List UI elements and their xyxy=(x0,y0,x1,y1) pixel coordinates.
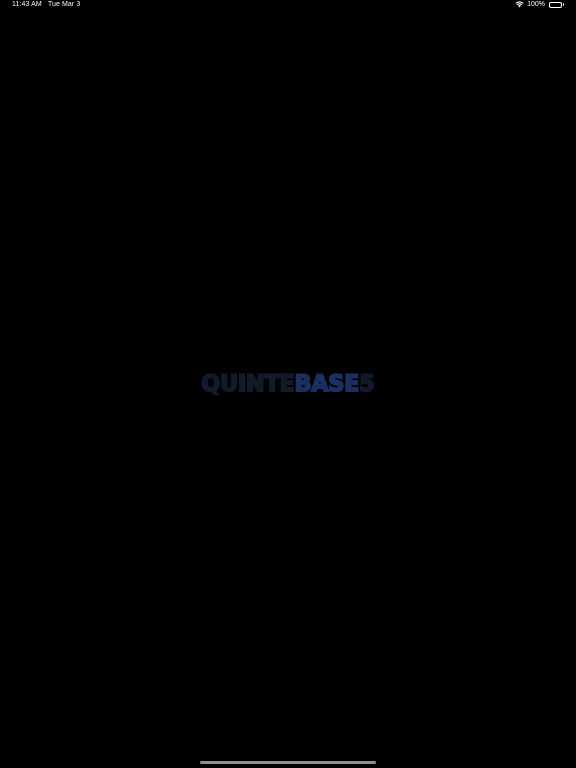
logo-text-5: 5 xyxy=(358,371,375,398)
status-date: Tue Mar 3 xyxy=(47,1,81,8)
status-bar: 11:43 AM Tue Mar 3 100% xyxy=(0,0,576,14)
logo-text-quinte: QUINTE xyxy=(200,371,295,398)
status-left: 11:43 AM Tue Mar 3 xyxy=(12,1,80,8)
status-right: 100% xyxy=(515,1,564,8)
logo-text-base: BASE xyxy=(294,371,361,398)
battery-percent: 100% xyxy=(527,1,545,8)
status-time: 11:43 AM xyxy=(12,1,42,8)
wifi-icon xyxy=(515,1,524,8)
home-indicator[interactable] xyxy=(200,761,376,764)
app-logo: QUINTEBASE5 xyxy=(0,371,576,398)
battery-icon xyxy=(549,1,564,8)
